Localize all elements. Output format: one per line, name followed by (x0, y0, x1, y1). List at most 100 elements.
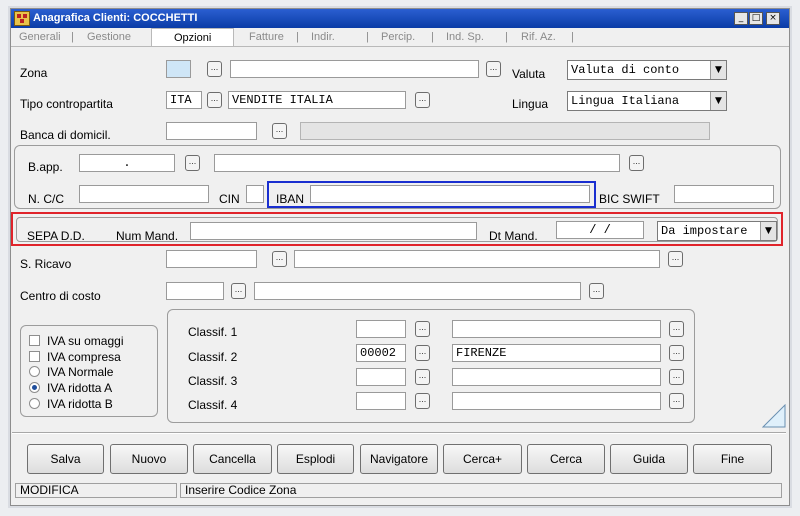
tipo-contropartita-description-field[interactable]: VENDITE ITALIA (228, 91, 406, 109)
nuovo-button[interactable]: Nuovo (110, 444, 188, 474)
tab-indir[interactable]: Indir. (311, 31, 335, 43)
zona-code-field[interactable] (166, 60, 191, 78)
iban-label: IBAN (276, 192, 305, 206)
chevron-down-icon[interactable]: ▼ (710, 92, 726, 110)
classif-1-label: Classif. 1 (188, 325, 238, 339)
cerca-plus-button[interactable]: Cerca+ (443, 444, 522, 474)
classif-4-description-field[interactable] (452, 392, 661, 410)
banca-description-field (300, 122, 710, 140)
chevron-down-icon[interactable]: ▼ (710, 61, 726, 79)
tab-ind-sp[interactable]: Ind. Sp. (446, 31, 484, 43)
cerca-button[interactable]: Cerca (527, 444, 605, 474)
iva-ridotta-b-radio[interactable] (29, 398, 40, 409)
classif-1-lookup-button[interactable]: ... (415, 321, 430, 337)
centro-costo-description-field[interactable] (254, 282, 581, 300)
tab-separator: | (431, 31, 434, 43)
iva-ridotta-a-label: IVA ridotta A (47, 381, 113, 395)
s-ricavo-description-lookup-button[interactable]: ... (668, 251, 683, 267)
tab-rif-az[interactable]: Rif. Az. (521, 31, 556, 43)
iva-ridotta-a-radio[interactable] (29, 382, 40, 393)
tipo-contropartita-code-field[interactable]: ITA (166, 91, 202, 109)
classif-2-description-field[interactable]: FIRENZE (452, 344, 661, 362)
sepa-status-select[interactable]: Da impostare ▼ (657, 221, 777, 241)
num-mand-label: Num Mand. (116, 229, 179, 243)
centro-costo-label: Centro di costo (20, 289, 101, 303)
bic-field[interactable] (674, 185, 774, 203)
zona-description-field[interactable] (230, 60, 479, 78)
cin-field[interactable] (246, 185, 264, 203)
classif-4-lookup-button[interactable]: ... (415, 393, 430, 409)
lingua-label: Lingua (512, 97, 549, 111)
sepa-status-value: Da impostare (661, 224, 748, 238)
iva-compresa-checkbox[interactable] (29, 351, 40, 362)
title-bar: Anagrafica Clienti: COCCHETTI _ □ × (11, 9, 789, 28)
tab-gestione[interactable]: Gestione (87, 31, 131, 43)
tipo-contropartita-label: Tipo contropartita (20, 97, 113, 111)
iva-normale-radio[interactable] (29, 366, 40, 377)
bapp-description-lookup-button[interactable]: ... (629, 155, 644, 171)
classif-1-code-field[interactable] (356, 320, 406, 338)
banca-lookup-button[interactable]: ... (272, 123, 287, 139)
classif-1-description-field[interactable] (452, 320, 661, 338)
guida-button[interactable]: Guida (610, 444, 688, 474)
fine-button[interactable]: Fine (693, 444, 772, 474)
close-button[interactable]: × (766, 12, 780, 25)
tipo-contropartita-lookup-button[interactable]: ... (207, 92, 222, 108)
classif-2-description-lookup-button[interactable]: ... (669, 345, 684, 361)
centro-costo-description-lookup-button[interactable]: ... (589, 283, 604, 299)
iva-su-omaggi-checkbox[interactable] (29, 335, 40, 346)
navigatore-button[interactable]: Navigatore (360, 444, 438, 474)
window-title: Anagrafica Clienti: COCCHETTI (33, 12, 198, 24)
banca-code-field[interactable] (166, 122, 257, 140)
classif-3-description-field[interactable] (452, 368, 661, 386)
classif-4-code-field[interactable] (356, 392, 406, 410)
zona-description-lookup-button[interactable]: ... (486, 61, 501, 77)
classif-1-description-lookup-button[interactable]: ... (669, 321, 684, 337)
minimize-button[interactable]: _ (734, 12, 748, 25)
classif-3-code-field[interactable] (356, 368, 406, 386)
tab-opzioni[interactable]: Opzioni (151, 28, 235, 46)
s-ricavo-lookup-button[interactable]: ... (272, 251, 287, 267)
iva-compresa-label: IVA compresa (47, 350, 121, 364)
centro-costo-code-field[interactable] (166, 282, 224, 300)
classif-2-code-field[interactable]: 00002 (356, 344, 406, 362)
tab-percip[interactable]: Percip. (381, 31, 415, 43)
num-mand-field[interactable] (190, 222, 477, 240)
centro-costo-lookup-button[interactable]: ... (231, 283, 246, 299)
lingua-select[interactable]: Lingua Italiana ▼ (567, 91, 727, 111)
tab-fatture[interactable]: Fatture (249, 31, 284, 43)
s-ricavo-code-field[interactable] (166, 250, 257, 268)
lingua-value: Lingua Italiana (571, 94, 680, 108)
zona-lookup-button[interactable]: ... (207, 61, 222, 77)
bapp-description-field[interactable] (214, 154, 620, 172)
cancella-button[interactable]: Cancella (193, 444, 272, 474)
classif-4-label: Classif. 4 (188, 398, 238, 412)
bapp-code-field[interactable]: . (79, 154, 175, 172)
tab-separator: | (571, 31, 574, 43)
iva-ridotta-b-label: IVA ridotta B (47, 397, 113, 411)
valuta-select[interactable]: Valuta di conto ▼ (567, 60, 727, 80)
iva-normale-label: IVA Normale (47, 365, 114, 379)
ncc-field[interactable] (79, 185, 209, 203)
tab-separator: | (71, 31, 74, 43)
tab-generali[interactable]: Generali (19, 31, 61, 43)
classif-3-description-lookup-button[interactable]: ... (669, 369, 684, 385)
button-bar-divider (12, 432, 786, 434)
s-ricavo-description-field[interactable] (294, 250, 660, 268)
maximize-button[interactable]: □ (749, 12, 763, 25)
bapp-lookup-button[interactable]: ... (185, 155, 200, 171)
salva-button[interactable]: Salva (27, 444, 104, 474)
esplodi-button[interactable]: Esplodi (277, 444, 354, 474)
classif-4-description-lookup-button[interactable]: ... (669, 393, 684, 409)
classif-3-lookup-button[interactable]: ... (415, 369, 430, 385)
dt-mand-field[interactable]: / / (556, 221, 644, 239)
classif-2-lookup-button[interactable]: ... (415, 345, 430, 361)
tipo-contropartita-description-lookup-button[interactable]: ... (415, 92, 430, 108)
app-icon (14, 11, 30, 26)
page-corner-icon[interactable] (762, 404, 786, 428)
tab-separator: | (366, 31, 369, 43)
iban-field[interactable] (310, 185, 590, 203)
chevron-down-icon[interactable]: ▼ (760, 222, 776, 240)
cin-label: CIN (219, 192, 240, 206)
valuta-value: Valuta di conto (571, 63, 680, 77)
